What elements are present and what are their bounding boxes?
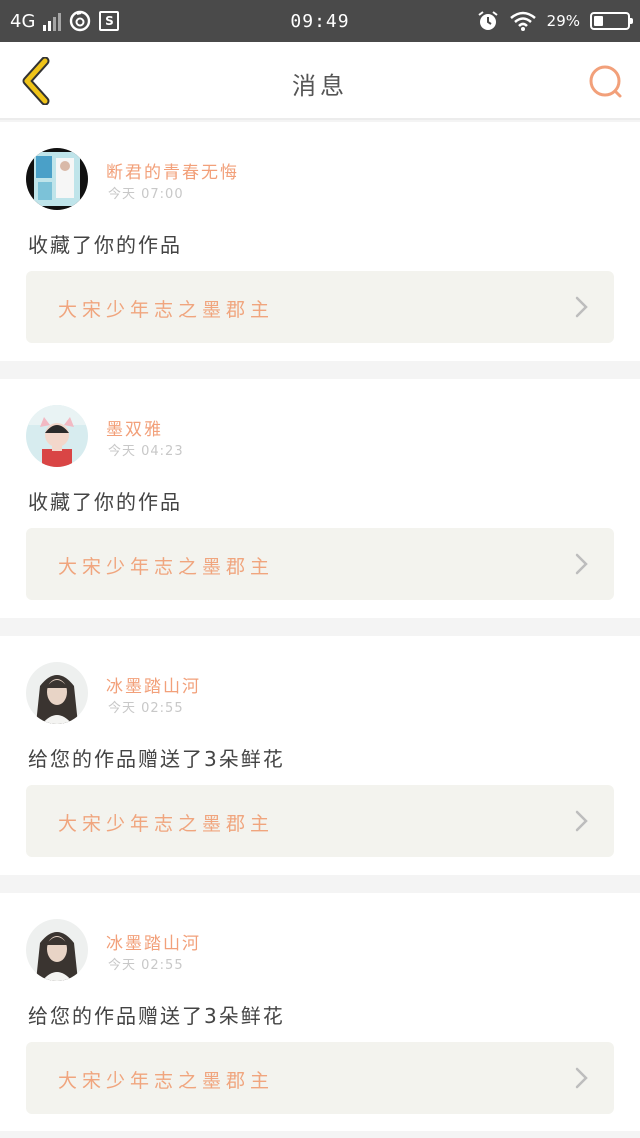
- message-text: 给您的作品赠送了3朵鲜花: [28, 1004, 285, 1028]
- work-title: 大宋少年志之墨郡主: [58, 299, 275, 321]
- wifi-icon: [509, 11, 536, 31]
- work-title: 大宋少年志之墨郡主: [58, 813, 275, 835]
- message-card: 断君的青春无悔 今天 07:00 收藏了你的作品 大宋少年志之墨郡主: [0, 122, 640, 361]
- work-title: 大宋少年志之墨郡主: [58, 1070, 275, 1092]
- work-link[interactable]: 大宋少年志之墨郡主: [26, 528, 614, 600]
- battery-percent: 29%: [546, 12, 580, 30]
- search-button[interactable]: [586, 62, 626, 102]
- message-card: 墨双雅 今天 04:23 收藏了你的作品 大宋少年志之墨郡主: [0, 379, 640, 618]
- message-card: 冰墨踏山河 今天 02:55 给您的作品赠送了3朵鲜花 大宋少年志之墨郡主: [0, 636, 640, 875]
- work-title: 大宋少年志之墨郡主: [58, 556, 275, 578]
- list-bottom-divider: [0, 1131, 640, 1138]
- status-bar: 4G S 09:49 29%: [0, 0, 640, 42]
- alarm-icon: [478, 11, 498, 30]
- username[interactable]: 断君的青春无悔: [106, 158, 239, 183]
- message-text: 给您的作品赠送了3朵鲜花: [28, 747, 285, 771]
- timestamp: 今天 02:55: [108, 958, 184, 973]
- long-hair-man-avatar: [26, 919, 88, 981]
- work-link[interactable]: 大宋少年志之墨郡主: [26, 785, 614, 857]
- nav-header: 消息: [0, 42, 640, 120]
- work-link[interactable]: 大宋少年志之墨郡主: [26, 1042, 614, 1114]
- chevron-right-icon: [575, 1067, 588, 1089]
- avatar[interactable]: [26, 148, 88, 210]
- book-cover-avatar: [26, 148, 88, 210]
- username[interactable]: 冰墨踏山河: [106, 672, 201, 697]
- message-list: 断君的青春无悔 今天 07:00 收藏了你的作品 大宋少年志之墨郡主 墨双雅 今…: [0, 122, 640, 1132]
- message-text: 收藏了你的作品: [28, 490, 182, 514]
- long-hair-man-avatar: [26, 662, 88, 724]
- page-title: 消息: [292, 72, 348, 100]
- message-card: 冰墨踏山河 今天 02:55 给您的作品赠送了3朵鲜花 大宋少年志之墨郡主: [0, 893, 640, 1132]
- timestamp: 今天 04:23: [108, 444, 184, 459]
- username[interactable]: 冰墨踏山河: [106, 929, 201, 954]
- battery-icon: [590, 12, 633, 30]
- timestamp: 今天 02:55: [108, 701, 184, 716]
- work-link[interactable]: 大宋少年志之墨郡主: [26, 271, 614, 343]
- timestamp: 今天 07:00: [108, 187, 184, 202]
- status-right: 29%: [477, 0, 633, 42]
- search-icon: [589, 65, 622, 98]
- chevron-right-icon: [575, 810, 588, 832]
- message-text: 收藏了你的作品: [28, 233, 182, 257]
- avatar[interactable]: [26, 919, 88, 981]
- chevron-right-icon: [575, 296, 588, 318]
- avatar[interactable]: [26, 662, 88, 724]
- avatar[interactable]: [26, 405, 88, 467]
- username[interactable]: 墨双雅: [106, 415, 163, 440]
- cat-ear-girl-avatar: [26, 405, 88, 467]
- chevron-right-icon: [575, 553, 588, 575]
